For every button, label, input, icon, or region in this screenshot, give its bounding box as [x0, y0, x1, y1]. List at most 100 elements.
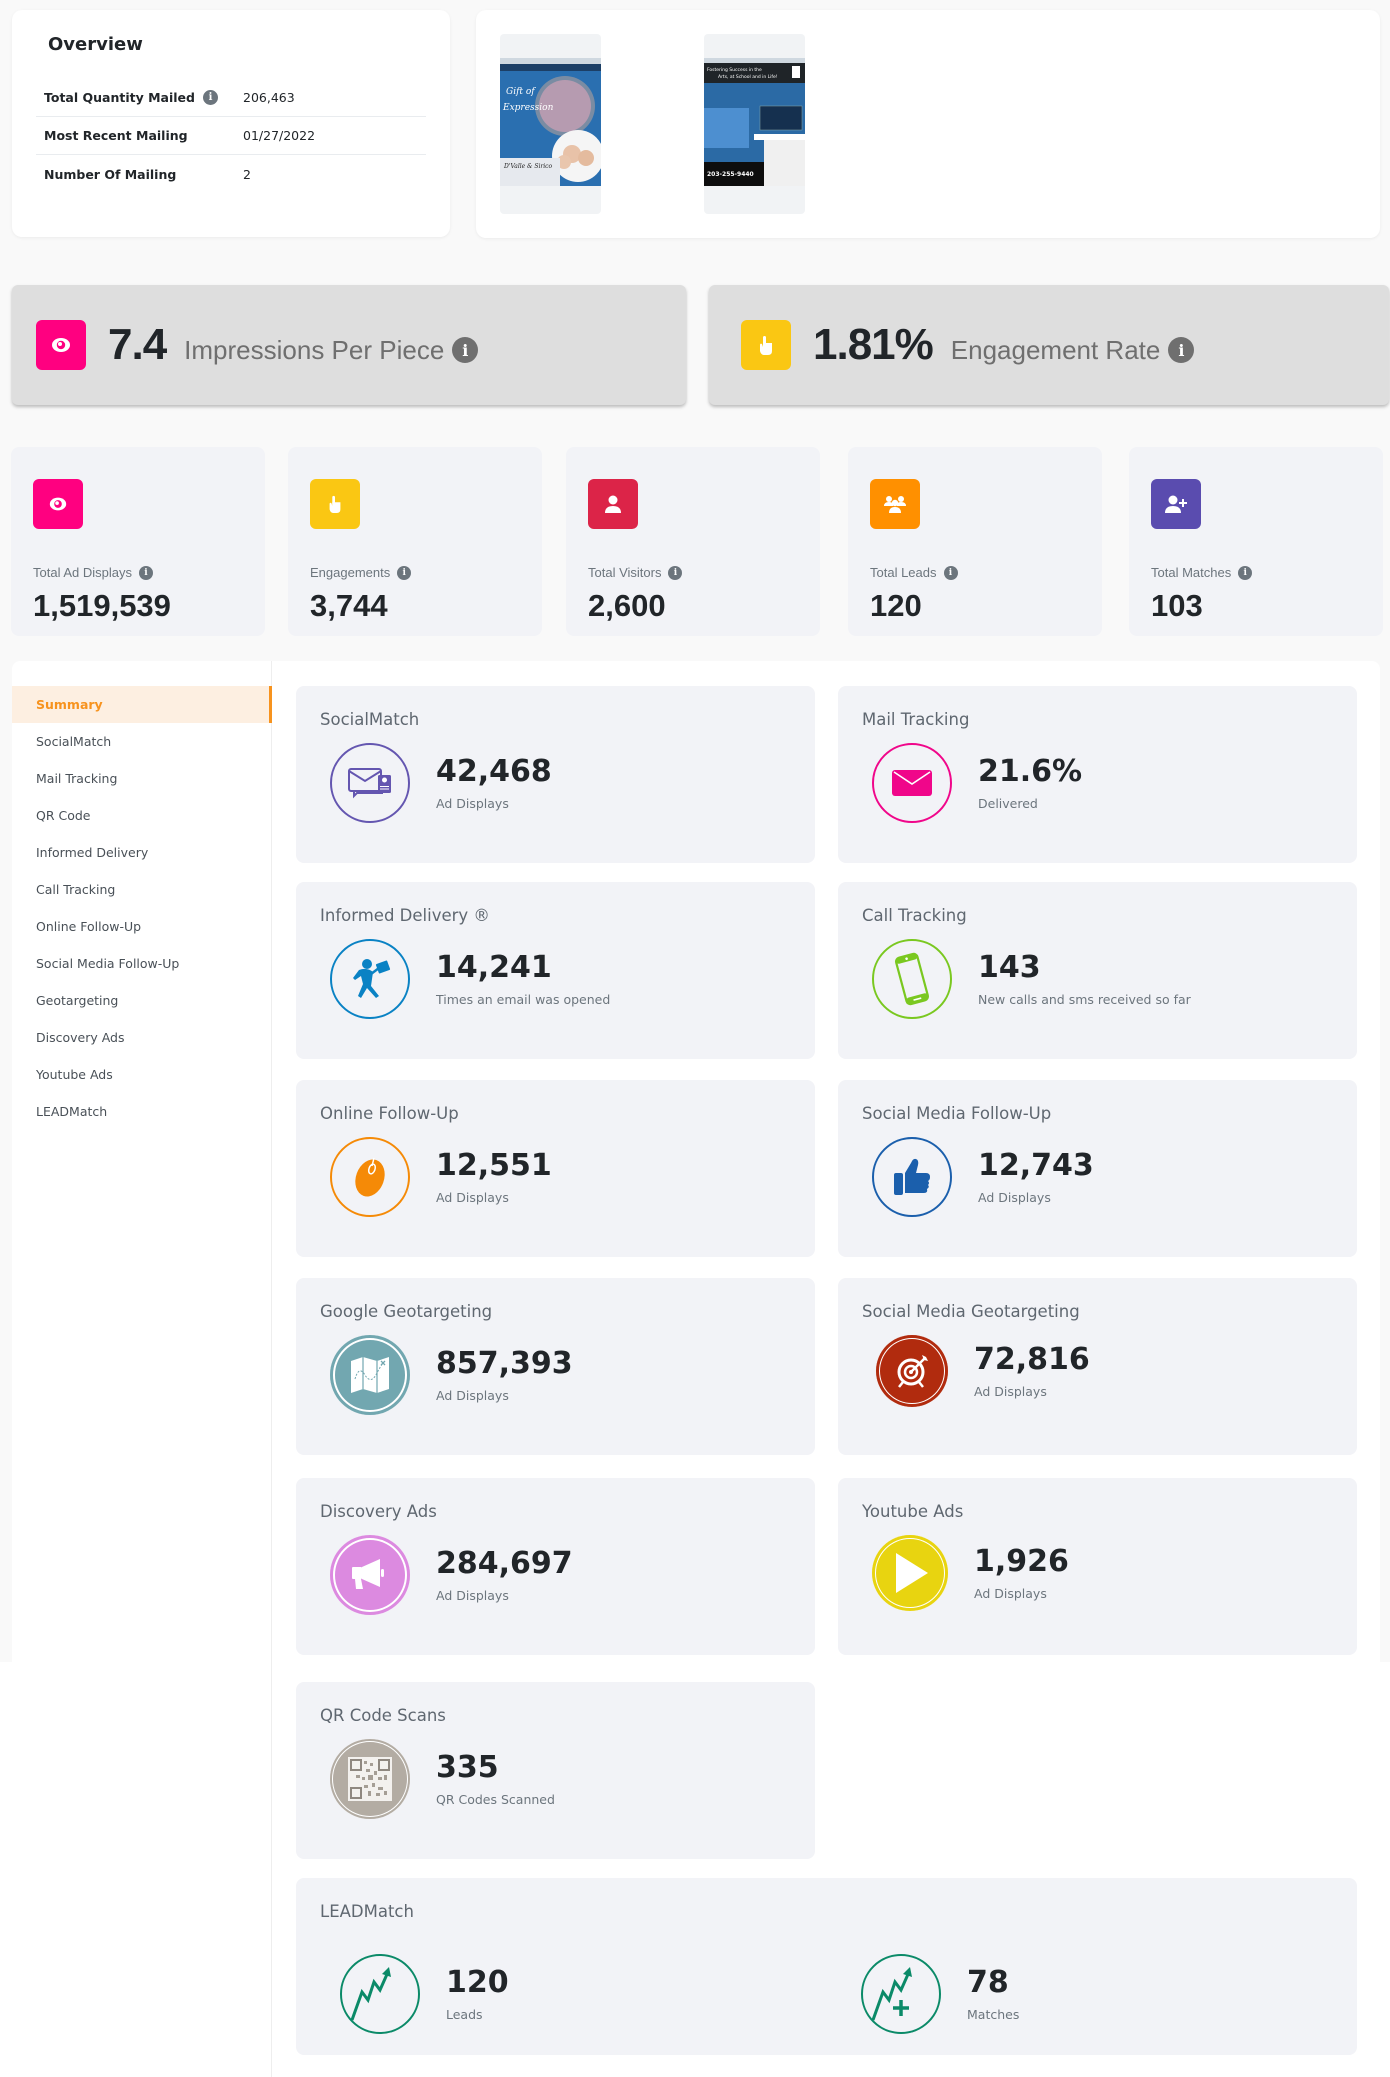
info-icon[interactable]: i — [139, 565, 153, 580]
overview-value: 01/27/2022 — [243, 128, 316, 143]
play-icon — [872, 1535, 948, 1611]
eye-icon — [36, 320, 86, 370]
impressions-per-piece-value: 7.4 — [108, 320, 167, 369]
summary-panel: Summary SocialMatch Mail Tracking QR Cod… — [12, 661, 1380, 2077]
sidebar-item-leadmatch[interactable]: LEADMatch — [12, 1093, 271, 1130]
sidebar-item-discovery-ads[interactable]: Discovery Ads — [12, 1019, 271, 1056]
info-icon[interactable]: i — [668, 565, 683, 580]
stat-value: 1,519,539 — [33, 588, 171, 623]
stat-value: 3,744 — [310, 588, 388, 623]
metric-value: 335 — [436, 1750, 499, 1785]
sidebar-item-qr-code[interactable]: QR Code — [12, 797, 271, 834]
overview-value: 2 — [243, 166, 251, 182]
mail-piece-front-image: Gift of Expression D'Valle & Sirico — [500, 58, 601, 186]
overview-title: Overview — [48, 34, 143, 55]
mail-pieces-card: Gift of Expression D'Valle & Sirico Fost… — [476, 10, 1380, 238]
svg-text:203-255-9440: 203-255-9440 — [707, 171, 754, 178]
sidebar-item-social-media-follow-up[interactable]: Social Media Follow-Up — [12, 945, 271, 982]
metric-card-social-media-geotargeting: Social Media Geotargeting 72,816 Ad Disp… — [838, 1278, 1357, 1455]
svg-text:D'Valle & Sirico: D'Valle & Sirico — [503, 163, 553, 170]
eye-icon — [33, 479, 83, 529]
metric-card-social-media-follow-up: Social Media Follow-Up 12,743 Ad Display… — [838, 1080, 1357, 1257]
sidebar-item-geotargeting[interactable]: Geotargeting — [12, 982, 271, 1019]
metric-title: QR Code Scans — [320, 1706, 446, 1725]
stat-label: Total Visitors — [588, 565, 662, 580]
metric-title: Social Media Follow-Up — [862, 1104, 1052, 1123]
metric-card-leadmatch: LEADMatch 120 Leads 78 Matches — [296, 1878, 1357, 2055]
stat-card-engagements: Engagements i 3,744 — [288, 447, 542, 636]
sidebar-item-youtube-ads[interactable]: Youtube Ads — [12, 1056, 271, 1093]
info-icon[interactable]: i — [397, 565, 412, 580]
overview-label: Number Of Mailing — [44, 166, 177, 182]
metric-caption: Ad Displays — [974, 1586, 1047, 1601]
metric-caption: Ad Displays — [974, 1384, 1047, 1399]
svg-text:Gift of: Gift of — [506, 87, 536, 97]
metric-value: 12,551 — [436, 1148, 552, 1183]
info-icon[interactable]: i — [452, 337, 479, 363]
user-plus-icon — [1151, 479, 1201, 529]
target-icon — [876, 1335, 948, 1407]
map-icon — [330, 1335, 410, 1415]
sidebar-item-summary[interactable]: Summary — [12, 686, 272, 723]
overview-label: Most Recent Mailing — [44, 128, 188, 143]
info-icon[interactable]: i — [1238, 565, 1253, 580]
metric-title: SocialMatch — [320, 710, 420, 729]
megaphone-icon — [330, 1535, 410, 1615]
metric-caption: Ad Displays — [978, 1190, 1051, 1205]
metric-caption: Times an email was opened — [436, 992, 611, 1007]
metric-value: 21.6% — [978, 754, 1083, 789]
info-icon[interactable]: i — [1168, 337, 1195, 363]
metric-card-youtube-ads: Youtube Ads 1,926 Ad Displays — [838, 1478, 1357, 1655]
sidebar-item-call-tracking[interactable]: Call Tracking — [12, 871, 271, 908]
engagement-rate-value: 1.81% — [813, 320, 934, 369]
stat-label: Total Matches — [1151, 565, 1232, 580]
metric-value: 42,468 — [436, 754, 552, 789]
engagement-rate-card: 1.81% Engagement Rate i — [709, 285, 1389, 405]
sidebar-item-mail-tracking[interactable]: Mail Tracking — [12, 760, 271, 797]
sidebar-item-socialmatch[interactable]: SocialMatch — [12, 723, 271, 760]
stat-card-total-ad-displays: Total Ad Displays i 1,519,539 — [11, 447, 265, 636]
svg-text:Expression: Expression — [502, 103, 554, 113]
metric-title: Informed Delivery ® — [320, 906, 490, 925]
svg-text:Fostering Success in the: Fostering Success in the — [707, 67, 762, 73]
metric-value: 143 — [978, 950, 1041, 985]
metric-card-call-tracking: Call Tracking 143 New calls and sms rece… — [838, 882, 1357, 1059]
metric-value: 857,393 — [436, 1346, 573, 1381]
stat-label: Engagements — [310, 565, 391, 580]
thumbs-up-icon — [872, 1137, 952, 1217]
stat-card-total-matches: Total Matches i 103 — [1129, 447, 1383, 636]
metric-value: 78 — [967, 1965, 1009, 2000]
mail-piece-front-thumbnail[interactable]: Gift of Expression D'Valle & Sirico — [500, 34, 601, 214]
sidebar-item-informed-delivery[interactable]: Informed Delivery — [12, 834, 271, 871]
metric-caption: Matches — [967, 2007, 1020, 2022]
metric-card-discovery-ads: Discovery Ads 284,697 Ad Displays — [296, 1478, 815, 1655]
metric-value: 72,816 — [974, 1342, 1090, 1377]
info-icon[interactable]: i — [202, 90, 218, 105]
pointer-hand-icon — [310, 479, 360, 529]
metric-card-google-geotargeting: Google Geotargeting 857,393 Ad Displays — [296, 1278, 815, 1455]
stat-label: Total Leads — [870, 565, 937, 580]
overview-row-number-of-mailing: Number Of Mailing 2 — [36, 155, 426, 193]
qr-code-icon — [330, 1739, 410, 1819]
mail-piece-back-thumbnail[interactable]: Fostering Success in the Arts, at School… — [704, 34, 805, 214]
trend-up-icon — [340, 1954, 420, 2034]
metric-value: 120 — [446, 1965, 509, 2000]
metric-title: Youtube Ads — [862, 1502, 964, 1521]
stat-value: 120 — [870, 588, 922, 623]
social-mail-icon — [330, 743, 410, 823]
overview-row-most-recent: Most Recent Mailing 01/27/2022 — [36, 117, 426, 155]
sidebar-item-online-follow-up[interactable]: Online Follow-Up — [12, 908, 271, 945]
impressions-per-piece-label: Impressions Per Piece — [184, 334, 445, 365]
svg-text:Arts, at School and in Life!: Arts, at School and in Life! — [718, 74, 778, 80]
metric-caption: QR Codes Scanned — [436, 1792, 555, 1807]
stat-card-total-visitors: Total Visitors i 2,600 — [566, 447, 820, 636]
stat-value: 2,600 — [588, 588, 666, 623]
overview-card: Overview Total Quantity Mailed i 206,463 … — [12, 10, 450, 237]
metric-title: LEADMatch — [320, 1902, 414, 1921]
user-icon — [588, 479, 638, 529]
metric-title: Social Media Geotargeting — [862, 1302, 1080, 1321]
mouse-icon — [330, 1137, 410, 1217]
metric-title: Call Tracking — [862, 906, 967, 925]
sidebar-nav: Summary SocialMatch Mail Tracking QR Cod… — [12, 661, 272, 2077]
info-icon[interactable]: i — [943, 565, 958, 580]
